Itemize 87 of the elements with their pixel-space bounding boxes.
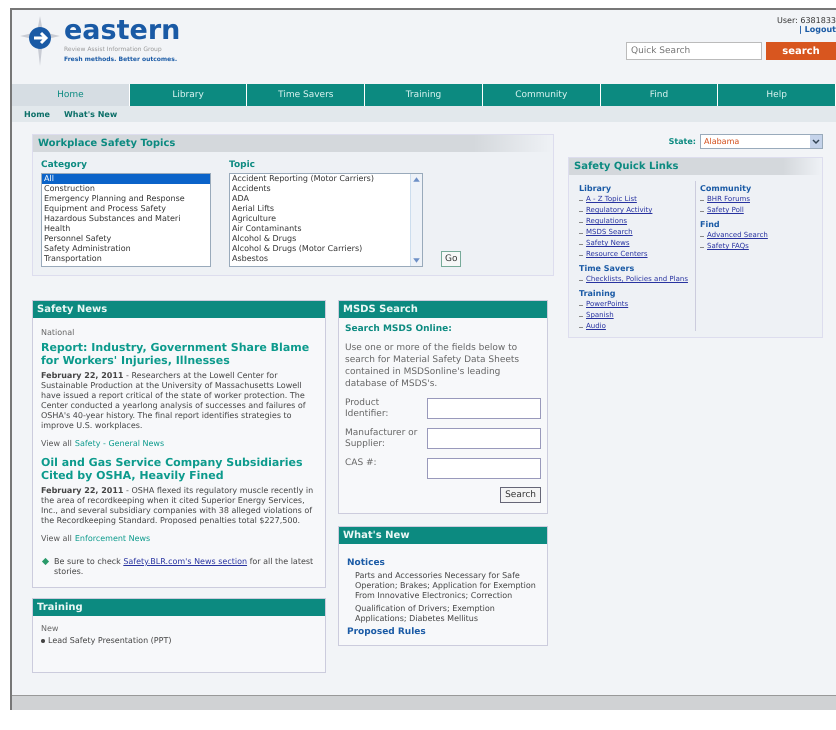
dash-icon — [579, 255, 583, 256]
logo-text[interactable]: eastern — [64, 16, 180, 46]
field-label: CAS #: — [345, 458, 378, 469]
quick-search-field[interactable]: Quick Search — [626, 42, 762, 60]
logo-icon — [20, 16, 60, 66]
dash-icon — [579, 305, 583, 306]
dash-icon — [579, 316, 583, 317]
dash-icon — [700, 247, 704, 248]
topic-option[interactable]: Air Contaminants — [230, 224, 410, 234]
section-label: New — [41, 624, 60, 633]
search-button[interactable]: search — [766, 42, 836, 60]
panel-title: What's New — [339, 527, 547, 544]
link-group-heading: Training — [579, 289, 617, 298]
dash-icon — [700, 200, 704, 201]
category-option[interactable]: Equipment and Process Safety — [42, 204, 210, 214]
topic-option[interactable]: Asbestos — [230, 254, 410, 264]
training-item[interactable]: Lead Safety Presentation (PPT) — [48, 636, 172, 646]
nav-tab[interactable]: Community — [482, 84, 601, 106]
group-heading[interactable]: Notices — [347, 558, 539, 568]
category-label: Category — [41, 160, 88, 170]
subnav-link[interactable]: What's New — [64, 110, 118, 118]
dash-icon — [700, 236, 704, 237]
news-section-link[interactable]: Safety.BLR.com's News section — [123, 557, 248, 566]
dash-icon — [579, 280, 583, 281]
dash-icon — [579, 211, 583, 212]
topic-label: Topic — [229, 160, 256, 170]
dash-icon — [579, 200, 583, 201]
input-field[interactable] — [427, 458, 541, 479]
topic-option[interactable]: Aerial Lifts — [230, 204, 410, 214]
category-list[interactable]: All Construction Emergency Planning and Response Equipment and Process Safety Hazardous Substances and Materi Health Personnel Safety Safety Administration Transportation — [41, 173, 211, 267]
nav-tab[interactable]: Training — [365, 84, 483, 106]
panel-title: Training — [33, 599, 325, 616]
topic-option[interactable]: Alcohol & Drugs — [230, 234, 410, 244]
link-group-heading: Library — [579, 184, 612, 193]
field-label: Product Identifier: — [345, 398, 390, 420]
view-all-text: View all — [41, 534, 72, 543]
dash-icon — [579, 233, 583, 234]
topic-option[interactable]: Accident Reporting (Motor Carriers) — [230, 174, 410, 184]
state-dropdown[interactable]: Alabama — [700, 134, 823, 149]
category-option[interactable]: Emergency Planning and Response — [42, 194, 210, 204]
nav-tab[interactable]: Help — [718, 84, 836, 106]
notice-item[interactable]: Qualification of Drivers; Exemption Applications; Diabetes Mellitus — [347, 604, 539, 624]
link-group-heading: Community — [700, 184, 752, 193]
category-option[interactable]: Safety Administration — [42, 244, 210, 254]
dash-icon — [579, 327, 583, 328]
link-group-heading: Time Savers — [579, 264, 636, 273]
topic-option[interactable]: Alcohol & Drugs (Motor Carriers) — [230, 244, 410, 254]
nav-tab[interactable]: Library — [130, 84, 248, 106]
view-all-text: View all — [41, 439, 72, 448]
section-label: National — [41, 328, 76, 337]
scrollbar[interactable] — [410, 174, 422, 266]
input-field[interactable] — [427, 398, 541, 419]
msds-subtitle: Search MSDS Online: — [345, 324, 453, 334]
subnav-link[interactable]: Home — [24, 110, 50, 118]
search-button[interactable]: Search — [500, 487, 541, 503]
category-option[interactable]: Construction — [42, 184, 210, 194]
panel-title: Safety News — [33, 301, 325, 318]
panel-title: MSDS Search — [339, 301, 547, 318]
dash-icon — [579, 222, 583, 223]
state-label: State: — [668, 137, 696, 146]
news-summary: February 22, 2011 - OSHA flexed its regulatory muscle recently in the area of recordkeeping when it cited Superior Energy Services, Inc., and several subsidiary companies with 38 alleged violations of the Recordkeeping Standard. Proposed penalties total $227,500. — [41, 486, 314, 526]
msds-intro: Use one or more of the fields below to search for Material Safety Data Sheets contained in MSDSonline's leading database of MSDS's. — [345, 342, 520, 390]
nav-tab[interactable]: Time Savers — [247, 84, 366, 106]
news-note: Be sure to check Safety.BLR.com's News section for all the latest stories. — [54, 557, 314, 577]
news-summary: February 22, 2011 - Researchers at the Lowell Center for Sustainable Production at the University of Massachusetts Lowell have issued a report critical of the state of worker protection. The Center conducted a yearlong analysis of successes and failures of OSHA's 40-year history. The final report identifies strategies to improve U.S. workplaces. — [41, 371, 307, 431]
category-option[interactable]: All — [42, 174, 210, 184]
topic-list[interactable]: Accident Reporting (Motor Carriers) Accidents ADA Aerial Lifts Agriculture Air Contaminants Alcohol & Drugs Alcohol & Drugs (Motor Carriers) Asbestos — [229, 173, 423, 267]
link-group-heading: Find — [700, 220, 721, 229]
bullet-icon — [41, 639, 45, 643]
category-option[interactable]: Personnel Safety — [42, 234, 210, 244]
topic-option[interactable]: Agriculture — [230, 214, 410, 224]
field-label: Manufacturer or Supplier: — [345, 428, 418, 450]
category-option[interactable]: Health — [42, 224, 210, 234]
category-option[interactable]: Transportation — [42, 254, 210, 264]
dash-icon — [579, 244, 583, 245]
user-id: User: 6381833 — [777, 16, 836, 25]
logout-link[interactable]: | Logout — [798, 25, 836, 34]
dash-icon — [700, 211, 704, 212]
dropdown-caret-icon[interactable] — [810, 135, 822, 148]
category-option[interactable]: Hazardous Substances and Materi — [42, 214, 210, 224]
go-button[interactable]: Go — [441, 251, 462, 267]
topic-option[interactable]: Accidents — [230, 184, 410, 194]
nav-tab[interactable]: Find — [600, 84, 718, 106]
group-heading[interactable]: Proposed Rules — [347, 627, 539, 637]
input-field[interactable] — [427, 428, 541, 449]
topic-option[interactable]: ADA — [230, 194, 410, 204]
notice-item[interactable]: Parts and Accessories Necessary for Safe Operation; Brakes; Application for Exemption From Innovative Electronics; Correction — [347, 571, 539, 601]
